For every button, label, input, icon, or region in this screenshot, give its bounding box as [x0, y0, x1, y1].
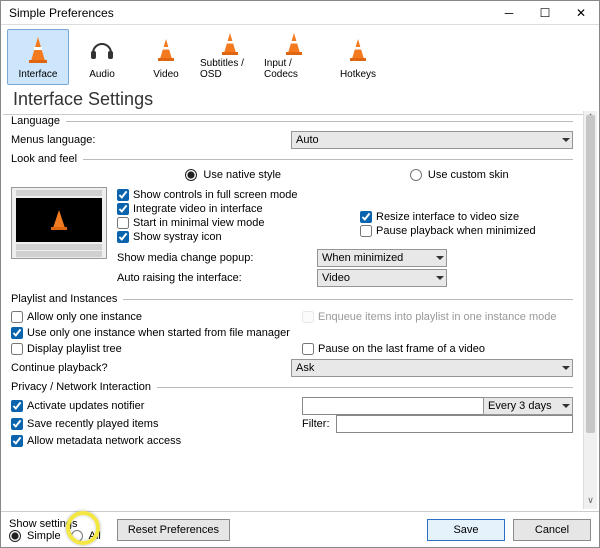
reset-preferences-button[interactable]: Reset Preferences [117, 519, 230, 541]
skin-preview [11, 187, 107, 259]
group-look-feel: Look and feel Use native style Use custo… [11, 153, 573, 289]
continue-playback-select[interactable]: Ask [291, 359, 573, 377]
filter-input[interactable] [336, 415, 574, 433]
window-title: Simple Preferences [9, 6, 491, 20]
cone-icon [217, 30, 243, 58]
group-title-label: Language [11, 115, 66, 127]
tab-interface[interactable]: Interface [7, 29, 69, 85]
tab-label: Hotkeys [340, 69, 376, 80]
show-controls-fullscreen-check[interactable]: Show controls in full screen mode [117, 189, 330, 201]
show-all-radio[interactable]: All [71, 530, 101, 542]
title-bar: Simple Preferences ─ ☐ ✕ [1, 1, 599, 25]
updates-notifier-check[interactable]: Activate updates notifier [11, 400, 282, 412]
tab-label: Video [153, 69, 178, 80]
auto-raise-label: Auto raising the interface: [117, 272, 317, 284]
auto-raise-select[interactable]: Video [317, 269, 447, 287]
tab-input-codecs[interactable]: Input / Codecs [263, 29, 325, 85]
save-button[interactable]: Save [427, 519, 505, 541]
tab-label: Input / Codecs [264, 58, 324, 80]
display-playlist-tree-check[interactable]: Display playlist tree [11, 343, 282, 355]
one-instance-fm-check[interactable]: Use only one instance when started from … [11, 327, 573, 339]
group-title-label: Look and feel [11, 153, 83, 165]
group-language: Language Menus language: Auto [11, 115, 573, 149]
integrate-video-check[interactable]: Integrate video in interface [117, 203, 330, 215]
group-title-label: Playlist and Instances [11, 293, 123, 305]
update-interval-input[interactable] [302, 397, 484, 415]
minimize-button[interactable]: ─ [491, 1, 527, 25]
custom-skin-radio[interactable]: Use custom skin [410, 169, 509, 181]
cone-icon [153, 30, 179, 69]
maximize-button[interactable]: ☐ [527, 1, 563, 25]
tab-audio[interactable]: Audio [71, 29, 133, 85]
update-interval-select[interactable]: Every 3 days [483, 397, 573, 415]
headphones-icon [89, 30, 115, 69]
cone-icon [281, 30, 307, 58]
metadata-access-check[interactable]: Allow metadata network access [11, 435, 573, 447]
group-privacy: Privacy / Network Interaction Activate u… [11, 381, 573, 447]
cone-icon [345, 30, 371, 69]
show-simple-radio[interactable]: Simple [9, 530, 61, 542]
menus-language-select[interactable]: Auto [291, 131, 573, 149]
group-playlist: Playlist and Instances Allow only one in… [11, 293, 573, 377]
tab-video[interactable]: Video [135, 29, 197, 85]
scrollbar-thumb[interactable] [586, 115, 595, 433]
filter-label: Filter: [302, 418, 330, 430]
pause-minimized-check[interactable]: Pause playback when minimized [360, 225, 573, 237]
footer: Show settings Simple All Reset Preferenc… [1, 511, 599, 547]
save-recent-check[interactable]: Save recently played items [11, 418, 282, 430]
tab-label: Interface [19, 69, 58, 80]
resize-interface-check[interactable]: Resize interface to video size [360, 211, 573, 223]
cancel-button[interactable]: Cancel [513, 519, 591, 541]
settings-scroll-area: Language Menus language: Auto Look and f… [3, 111, 597, 509]
group-title-label: Privacy / Network Interaction [11, 381, 157, 393]
tab-label: Audio [89, 69, 115, 80]
media-popup-select[interactable]: When minimized [317, 249, 447, 267]
menus-language-label: Menus language: [11, 134, 131, 146]
tab-label: Subtitles / OSD [200, 58, 260, 80]
media-popup-label: Show media change popup: [117, 252, 317, 264]
tab-subtitles[interactable]: Subtitles / OSD [199, 29, 261, 85]
vertical-scrollbar[interactable]: ∧ ∨ [583, 111, 597, 509]
allow-one-instance-check[interactable]: Allow only one instance [11, 311, 282, 323]
native-style-radio[interactable]: Use native style [185, 169, 281, 181]
show-settings-label: Show settings [9, 518, 101, 530]
show-systray-check[interactable]: Show systray icon [117, 231, 330, 243]
pause-last-frame-check[interactable]: Pause on the last frame of a video [302, 343, 573, 355]
enqueue-items-check: Enqueue items into playlist in one insta… [302, 311, 573, 323]
cone-icon [23, 30, 53, 69]
tab-hotkeys[interactable]: Hotkeys [327, 29, 389, 85]
category-tabs: Interface Audio Video Subtitles / OSD In… [1, 25, 599, 85]
start-minimal-check[interactable]: Start in minimal view mode [117, 217, 330, 229]
close-button[interactable]: ✕ [563, 1, 599, 25]
continue-playback-label: Continue playback? [11, 362, 291, 374]
